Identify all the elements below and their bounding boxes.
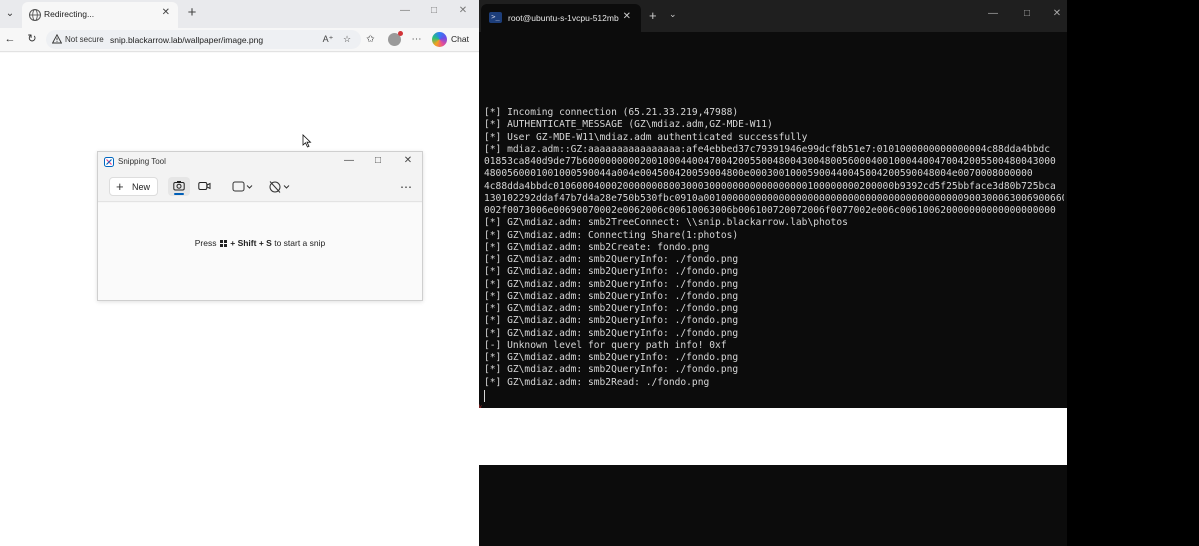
not-secure-warning-icon[interactable] bbox=[52, 34, 62, 44]
terminal-tab-title: root@ubuntu-s-1vcpu-512mb bbox=[508, 13, 619, 23]
refresh-icon[interactable]: ↻ bbox=[25, 32, 39, 46]
new-label: New bbox=[132, 182, 151, 192]
terminal-cursor bbox=[484, 390, 485, 402]
chat-label: Chat bbox=[451, 34, 469, 44]
terminal-window: >_ root@ubuntu-s-1vcpu-512mb ✕ + ⌄ — □ ✕… bbox=[479, 0, 1067, 546]
windows-key-icon bbox=[219, 240, 227, 247]
tab-title: Redirecting... bbox=[44, 9, 95, 19]
new-tab-button[interactable]: + bbox=[184, 4, 200, 22]
mouse-pointer-icon bbox=[302, 134, 312, 148]
terminal-line: [*] GZ\mdiaz.adm: smb2QueryInfo: ./fondo… bbox=[484, 327, 739, 339]
url-text[interactable]: snip.blackarrow.lab/wallpaper/image.png bbox=[110, 35, 263, 45]
terminal-line: [*] AUTHENTICATE_MESSAGE (GZ\mdiaz.adm,G… bbox=[484, 119, 773, 131]
snip-close-icon[interactable]: ✕ bbox=[402, 155, 414, 166]
terminal-line: 4c88dda4bbdc0106000400020000000800300030… bbox=[484, 180, 1056, 192]
terminal-maximize-icon[interactable]: □ bbox=[1020, 8, 1034, 19]
terminal-close-icon[interactable]: ✕ bbox=[1050, 8, 1064, 19]
snipping-tool-logo-icon bbox=[104, 157, 114, 167]
notification-dot bbox=[398, 31, 403, 36]
close-window-icon[interactable]: ✕ bbox=[456, 5, 470, 16]
globe-icon bbox=[29, 9, 41, 21]
terminal-line: 4800560001001000590044a004e0045004200590… bbox=[484, 168, 1033, 180]
minimize-icon[interactable]: — bbox=[398, 5, 412, 16]
snip-minimize-icon[interactable]: — bbox=[343, 155, 355, 166]
browser-tab[interactable]: Redirecting... ✕ bbox=[22, 2, 178, 28]
terminal-line: [*] GZ\mdiaz.adm: smb2TreeConnect: \\sni… bbox=[484, 217, 848, 229]
address-bar[interactable]: Not secure snip.blackarrow.lab/wallpaper… bbox=[46, 30, 361, 49]
terminal-line: [*] Incoming connection (65.21.33.219,47… bbox=[484, 107, 739, 118]
copilot-chat-button[interactable]: Chat bbox=[432, 31, 474, 48]
terminal-line: [-] Unknown level for query path info! 0… bbox=[484, 339, 727, 351]
favorites-icon[interactable]: ✩ bbox=[364, 33, 377, 46]
plus-icon: + bbox=[116, 179, 124, 194]
terminal-blank-region bbox=[479, 408, 1067, 465]
delay-timer-dropdown[interactable] bbox=[268, 179, 292, 195]
terminal-line: [*] User GZ-MDE-W11\mdiaz.adm authentica… bbox=[484, 131, 808, 143]
tab-actions-chevron-icon[interactable]: ⌄ bbox=[2, 6, 18, 22]
hint-press: Press bbox=[194, 238, 217, 248]
selected-mode-indicator bbox=[174, 193, 184, 195]
desktop-background bbox=[1067, 0, 1199, 546]
terminal-line: 130102292ddaf47b7d4a28e750b530fbc0910a00… bbox=[484, 192, 1064, 204]
terminal-line: [*] GZ\mdiaz.adm: smb2QueryInfo: ./fondo… bbox=[484, 278, 739, 290]
camera-icon bbox=[173, 181, 185, 191]
snip-more-options-icon[interactable]: ⋯ bbox=[398, 179, 414, 195]
hint-s-key: S bbox=[266, 238, 272, 248]
browser-tab-bar: ⌄ Redirecting... ✕ + — □ ✕ bbox=[0, 0, 479, 28]
address-bar-row: ← ↻ Not secure snip.blackarrow.lab/wallp… bbox=[0, 28, 479, 52]
snipping-tool-title: Snipping Tool bbox=[118, 157, 166, 166]
back-icon[interactable]: ← bbox=[3, 32, 17, 46]
terminal-line: [*] GZ\mdiaz.adm: smb2Read: ./fondo.png bbox=[484, 376, 710, 388]
favorite-star-icon[interactable]: ☆ bbox=[341, 33, 353, 45]
snip-shortcut-hint: Press + Shift + S to start a snip bbox=[194, 238, 326, 248]
snip-shape-dropdown[interactable] bbox=[231, 179, 255, 195]
no-delay-clock-icon bbox=[269, 181, 290, 193]
terminal-tab-close-icon[interactable]: ✕ bbox=[623, 11, 631, 22]
terminal-profiles-chevron-icon[interactable]: ⌄ bbox=[669, 9, 677, 20]
read-aloud-icon[interactable]: A⁺ bbox=[322, 33, 334, 45]
terminal-line: 002f0073006e00690070002e0062006c00610063… bbox=[484, 205, 1056, 216]
powershell-icon: >_ bbox=[489, 12, 502, 23]
video-mode-button[interactable] bbox=[193, 177, 215, 196]
terminal-line: [*] GZ\mdiaz.adm: smb2QueryInfo: ./fondo… bbox=[484, 303, 739, 314]
terminal-tab[interactable]: >_ root@ubuntu-s-1vcpu-512mb ✕ bbox=[481, 4, 641, 32]
terminal-line: [*] GZ\mdiaz.adm: smb2QueryInfo: ./fondo… bbox=[484, 315, 739, 327]
terminal-minimize-icon[interactable]: — bbox=[986, 8, 1000, 19]
screenshot-mode-button[interactable] bbox=[168, 177, 190, 196]
terminal-line: [*] GZ\mdiaz.adm: smb2QueryInfo: ./fondo… bbox=[484, 290, 739, 302]
more-options-icon[interactable]: ⋯ bbox=[410, 33, 423, 46]
video-camera-icon bbox=[198, 182, 211, 190]
terminal-line: [*] GZ\mdiaz.adm: smb2Create: fondo.png bbox=[484, 241, 710, 253]
terminal-line: [*] GZ\mdiaz.adm: smb2QueryInfo: ./fondo… bbox=[484, 364, 739, 376]
hint-suffix: to start a snip bbox=[274, 238, 326, 248]
maximize-icon[interactable]: □ bbox=[427, 5, 441, 16]
terminal-line: [*] GZ\mdiaz.adm: smb2QueryInfo: ./fondo… bbox=[484, 266, 739, 278]
snipping-tool-window: Snipping Tool — □ ✕ + New ⋯ Press + Shif… bbox=[97, 151, 423, 301]
terminal-titlebar: >_ root@ubuntu-s-1vcpu-512mb ✕ + ⌄ — □ ✕ bbox=[479, 0, 1067, 32]
terminal-line: [*] GZ\mdiaz.adm: Connecting Share(1:pho… bbox=[484, 229, 739, 241]
snipping-tool-header: Snipping Tool — □ ✕ + New ⋯ bbox=[98, 152, 422, 202]
terminal-line: [*] mdiaz.adm::GZ:aaaaaaaaaaaaaaaa:afe4e… bbox=[484, 143, 1051, 155]
not-secure-label: Not secure bbox=[65, 35, 104, 44]
snip-maximize-icon[interactable]: □ bbox=[372, 155, 384, 166]
rectangle-shape-icon bbox=[232, 181, 253, 192]
tab-close-icon[interactable]: ✕ bbox=[162, 7, 170, 18]
capture-mode-toggle bbox=[168, 177, 218, 196]
terminal-output[interactable]: [*] Incoming connection (65.21.33.219,47… bbox=[484, 107, 1064, 389]
browser-window: ⌄ Redirecting... ✕ + — □ ✕ ← ↻ Not secur… bbox=[0, 0, 479, 546]
hint-shift-key: Shift bbox=[237, 238, 257, 248]
terminal-line: [*] GZ\mdiaz.adm: smb2QueryInfo: ./fondo… bbox=[484, 352, 739, 363]
terminal-new-tab-icon[interactable]: + bbox=[649, 8, 657, 23]
copilot-icon bbox=[432, 32, 447, 47]
new-snip-button[interactable]: + New bbox=[109, 177, 158, 196]
snipping-tool-body: Press + Shift + S to start a snip bbox=[98, 203, 422, 300]
terminal-line: 01853ca840d9de77b60000000002001000440047… bbox=[484, 156, 1056, 167]
terminal-line: [*] GZ\mdiaz.adm: smb2QueryInfo: ./fondo… bbox=[484, 254, 739, 265]
